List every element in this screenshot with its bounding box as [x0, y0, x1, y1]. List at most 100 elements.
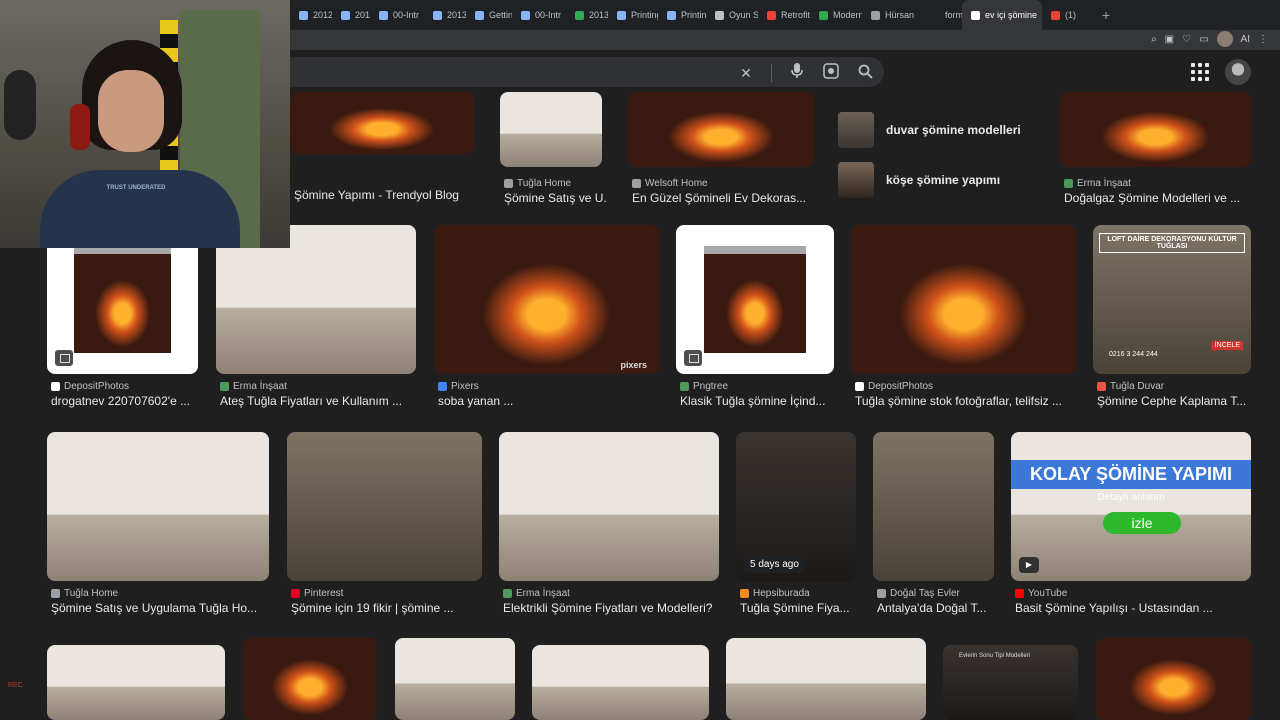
apps-grid-icon[interactable]: [1191, 63, 1209, 81]
source-label[interactable]: Doğal Taş Evler: [877, 588, 960, 599]
browser-tab[interactable]: 2013 C: [566, 0, 608, 30]
browser-tab[interactable]: 00-Intr: [370, 0, 424, 30]
image-result-card[interactable]: LOFT DAİRE DEKORASYONU KÜLTÜR TUĞLASI 021…: [1093, 225, 1251, 413]
result-title[interactable]: Klasik Tuğla şömine İçind...: [680, 394, 838, 408]
profile-avatar[interactable]: [1216, 31, 1233, 47]
image-result-card[interactable]: DepositPhotos Tuğla şömine stok fotoğrafl…: [851, 225, 1076, 413]
image-result-card[interactable]: KOLAY ŞÖMİNE YAPIMI Detaylı anlatım izle ▶ Y…: [1011, 432, 1251, 620]
image-result-card[interactable]: Tuğla Home Şömine Satış ve U...: [500, 92, 606, 210]
result-thumbnail[interactable]: [1060, 92, 1251, 167]
image-result-card[interactable]: Erma İnşaat Ateş Tuğla Fiyatları ve Kulla…: [216, 225, 416, 413]
heart-icon[interactable]: ♡: [1182, 34, 1191, 45]
image-result-card[interactable]: Şömine Yapımı - Trendyol Blog: [290, 92, 474, 220]
image-result-card[interactable]: Evlerin Sonu Tipi Modelleri: [943, 645, 1078, 720]
bookmark-icon[interactable]: ▭: [1199, 34, 1208, 45]
clear-icon[interactable]: ✕: [737, 64, 755, 82]
screenshot-icon[interactable]: ▣: [1165, 34, 1174, 45]
result-thumbnail[interactable]: KOLAY ŞÖMİNE YAPIMI Detaylı anlatım izle ▶: [1011, 432, 1251, 581]
result-title[interactable]: Tuğla şömine stok fotoğraflar, telifsiz …: [855, 394, 1080, 408]
image-result-card[interactable]: [1096, 638, 1251, 720]
new-tab-button[interactable]: +: [1094, 7, 1118, 23]
result-thumbnail[interactable]: [676, 225, 834, 374]
result-thumbnail[interactable]: [287, 432, 482, 581]
result-thumbnail[interactable]: Evlerin Sonu Tipi Modelleri: [943, 645, 1078, 720]
source-label[interactable]: Erma İnşaat: [503, 588, 570, 599]
image-result-card[interactable]: Tuğla Home Şömine Satış ve Uygulama Tuğla…: [47, 432, 269, 620]
result-title[interactable]: soba yanan ...: [438, 394, 663, 408]
browser-tab[interactable]: (1): [1042, 0, 1094, 30]
result-thumbnail[interactable]: [290, 92, 474, 154]
search-icon[interactable]: [856, 64, 874, 83]
result-thumbnail[interactable]: [1096, 638, 1251, 720]
result-title[interactable]: Şömine Satış ve U...: [504, 191, 606, 205]
result-title[interactable]: Şömine Satış ve Uygulama Tuğla Ho...: [51, 601, 273, 615]
source-label[interactable]: Erma İnşaat: [1064, 178, 1131, 189]
result-thumbnail[interactable]: [395, 638, 515, 720]
result-title[interactable]: Tuğla Şömine Fiya...: [740, 601, 860, 615]
menu-icon[interactable]: ⋮: [1258, 34, 1268, 45]
image-result-card[interactable]: Erma İnşaat Elektrikli Şömine Fiyatları v…: [499, 432, 719, 620]
search-input[interactable]: ✕: [270, 57, 884, 87]
browser-tab[interactable]: Printing: [658, 0, 706, 30]
source-label[interactable]: DepositPhotos: [51, 381, 129, 392]
source-label[interactable]: Hepsiburada: [740, 588, 810, 599]
source-label[interactable]: YouTube: [1015, 588, 1067, 599]
result-thumbnail[interactable]: [243, 638, 377, 720]
image-result-card[interactable]: [243, 638, 377, 720]
result-title[interactable]: Şömine Yapımı - Trendyol Blog: [294, 188, 478, 202]
result-title[interactable]: Elektrikli Şömine Fiyatları ve Modelleri…: [503, 601, 723, 615]
browser-tab[interactable]: 00-Intr: [512, 0, 566, 30]
zoom-icon[interactable]: ⌕: [1151, 34, 1157, 45]
result-thumbnail[interactable]: [500, 92, 602, 167]
source-label[interactable]: Pinterest: [291, 588, 343, 599]
image-result-card[interactable]: DepositPhotos drogatnev 220707602'e ...: [47, 225, 198, 413]
source-label[interactable]: Pngtree: [680, 381, 728, 392]
result-thumbnail[interactable]: 5 days ago: [736, 432, 856, 581]
browser-tab[interactable]: Getting: [466, 0, 512, 30]
browser-tab[interactable]: 2012 C: [290, 0, 332, 30]
result-thumbnail[interactable]: [47, 432, 269, 581]
browser-tab[interactable]: 2012 C: [332, 0, 370, 30]
microphone-icon[interactable]: [788, 63, 806, 83]
browser-tab[interactable]: Oyun S: [706, 0, 758, 30]
result-thumbnail[interactable]: [851, 225, 1076, 374]
image-result-card[interactable]: Pngtree Klasik Tuğla şömine İçind...: [676, 225, 834, 413]
result-title[interactable]: En Güzel Şömineli Ev Dekoras...: [632, 191, 818, 205]
browser-tab[interactable]: Modern: [810, 0, 862, 30]
result-thumbnail[interactable]: LOFT DAİRE DEKORASYONU KÜLTÜR TUĞLASI 021…: [1093, 225, 1251, 374]
browser-tab[interactable]: format: [922, 0, 962, 30]
suggestion-kose[interactable]: köşe şömine yapımı: [838, 162, 1000, 198]
image-result-card[interactable]: Doğal Taş Evler Antalya'da Doğal T...: [873, 432, 994, 620]
image-result-card[interactable]: pixers Pixers soba yanan ...: [434, 225, 659, 413]
result-thumbnail[interactable]: [873, 432, 994, 581]
source-label[interactable]: Tuğla Home: [51, 588, 118, 599]
source-label[interactable]: Pixers: [438, 381, 479, 392]
result-title[interactable]: Şömine Cephe Kaplama T...: [1097, 394, 1255, 408]
result-thumbnail[interactable]: [532, 645, 709, 720]
source-label[interactable]: Tuğla Duvar: [1097, 381, 1164, 392]
image-result-card[interactable]: [532, 645, 709, 720]
source-label[interactable]: Erma İnşaat: [220, 381, 287, 392]
account-avatar[interactable]: [1225, 59, 1251, 85]
image-result-card[interactable]: [726, 638, 926, 720]
source-label[interactable]: DepositPhotos: [855, 381, 933, 392]
result-title[interactable]: Doğalgaz Şömine Modelleri ve ...: [1064, 191, 1255, 205]
result-thumbnail[interactable]: [47, 645, 225, 720]
browser-tab[interactable]: 2013 C: [424, 0, 466, 30]
image-result-card[interactable]: Erma İnşaat Doğalgaz Şömine Modelleri ve …: [1060, 92, 1251, 210]
ai-icon[interactable]: AI: [1241, 34, 1250, 45]
browser-tab[interactable]: Retrofit: [758, 0, 810, 30]
result-thumbnail[interactable]: [628, 92, 814, 167]
image-result-card[interactable]: 5 days ago Hepsiburada Tuğla Şömine Fiya..…: [736, 432, 856, 620]
result-title[interactable]: drogatnev 220707602'e ...: [51, 394, 202, 408]
image-result-card[interactable]: Pinterest Şömine için 19 fikir | şömine .…: [287, 432, 482, 620]
image-result-card[interactable]: [395, 638, 515, 720]
browser-tab[interactable]: ev içi şömine: [962, 0, 1042, 30]
result-title[interactable]: Basit Şömine Yapılışı - Ustasından ...: [1015, 601, 1255, 615]
source-label[interactable]: Welsoft Home: [632, 178, 708, 189]
result-title[interactable]: Ateş Tuğla Fiyatları ve Kullanım ...: [220, 394, 420, 408]
browser-tab[interactable]: Hürsan: [862, 0, 922, 30]
source-label[interactable]: Tuğla Home: [504, 178, 571, 189]
image-result-card[interactable]: [47, 645, 225, 720]
result-thumbnail[interactable]: pixers: [434, 225, 659, 374]
